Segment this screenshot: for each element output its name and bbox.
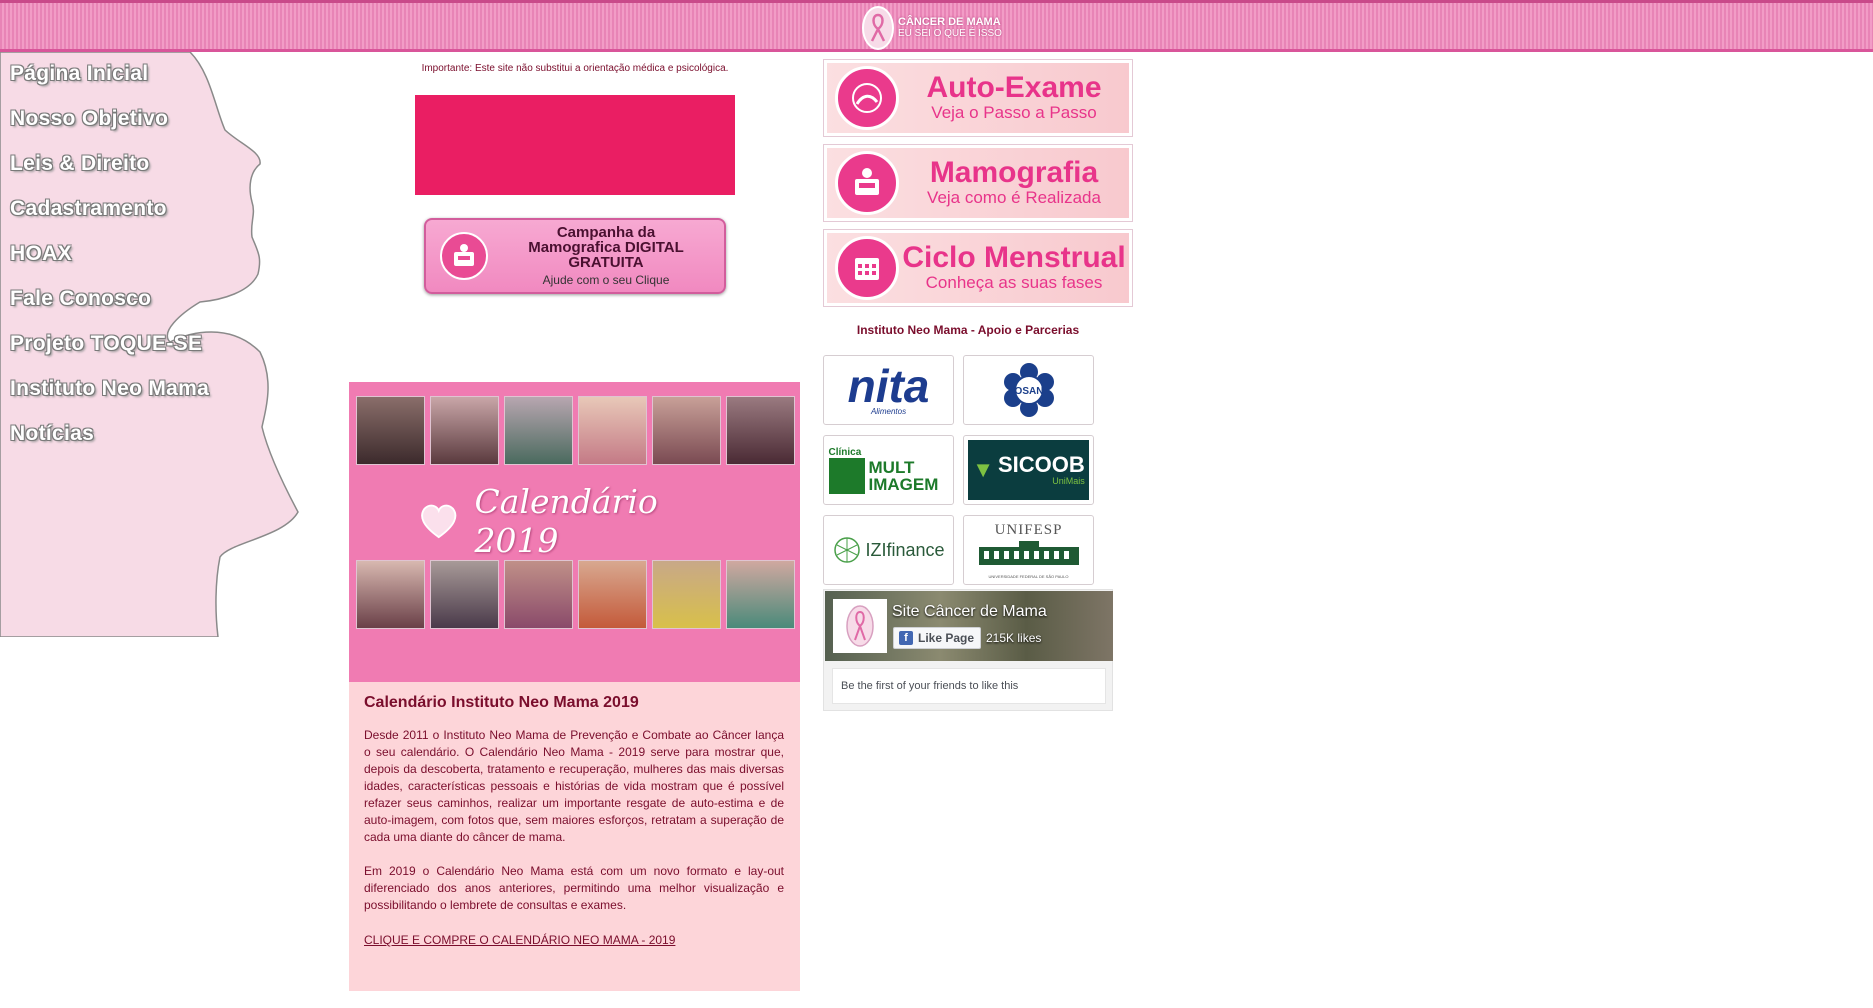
ad-placeholder-box [415,95,735,195]
hand-breast-icon [835,66,899,130]
campaign-line1: Campanha da [556,223,656,241]
nav-item-hoax[interactable]: HOAX [10,242,72,266]
nita-logo-text: nita [847,359,930,412]
ribbon-logo-icon [862,6,894,50]
nav-menu: Página Inicial Nosso Objetivo Leis & Dir… [10,62,209,467]
campaign-line3: GRATUITA [568,253,644,271]
portrait-photo [504,396,573,465]
portrait-photo [652,560,721,629]
multimagem-text-2: IMAGEM [868,474,939,494]
multimagem-mark-icon [828,457,865,494]
calendar-2019-image[interactable]: Calendário 2019 [349,382,800,682]
portrait-photo [430,560,499,629]
campaign-line4: Ajude com o seu Clique [542,272,670,287]
unifesp-building-icon [978,540,1079,565]
ciclo-menstrual-banner[interactable]: Ciclo Menstrual Conheça as suas fases [823,229,1133,307]
facebook-f-icon: f [899,631,913,645]
izi-network-icon [834,537,861,563]
partners-heading: Instituto Neo Mama - Apoio e Parcerias [856,323,1080,337]
nav-item-cadastramento[interactable]: Cadastramento [10,197,167,221]
banner-subtitle: Veja como é Realizada [927,188,1101,207]
top-header-bar: CÂNCER DE MAMA EU SEI O QUE É ISSO [0,0,1873,52]
article-paragraph: Em 2019 o Calendário Neo Mama está com u… [364,864,784,912]
unifesp-logo-sub: UNIVERSIDADE FEDERAL DE SÃO PAULO [988,573,1069,579]
osan-logo-text: OSAN [1014,386,1043,397]
portrait-photo [356,560,425,629]
portrait-photo [726,560,795,629]
portrait-photo [726,396,795,465]
facebook-likes-count: 215K likes [986,631,1042,645]
partner-logo-izifinance[interactable]: IZIfinance [823,515,954,585]
banner-title: Auto-Exame [926,71,1102,104]
multimagem-top-text: Clínica [828,446,862,458]
facebook-friends-text: Be the first of your friends to like thi… [832,668,1106,704]
nav-item-instituto-neo-mama[interactable]: Instituto Neo Mama [10,377,209,401]
medical-disclaimer: Importante: Este site não substitui a or… [421,63,729,74]
portrait-photo [652,396,721,465]
facebook-like-page-button[interactable]: f Like Page [893,627,981,649]
buy-calendar-link[interactable]: CLIQUE E COMPRE O CALENDÁRIO NEO MAMA - … [364,933,675,947]
partner-logo-sicoob[interactable]: ▼ SICOOB UniMais [963,435,1094,505]
facebook-page-widget: Site Câncer de Mama f Like Page 215K lik… [823,589,1113,711]
calendar-title-text: Calendário 2019 [474,482,658,560]
partner-logo-nita[interactable]: nita Alimentos [823,355,954,425]
izi-logo-text: IZIfinance [865,539,945,560]
sicoob-logo-sub: UniMais [1052,476,1085,486]
portrait-photo [504,560,573,629]
calendar-icon [835,236,899,300]
portrait-row-bottom [356,560,795,629]
nav-item-fale-conosco[interactable]: Fale Conosco [10,287,151,311]
partner-logo-multimagem[interactable]: Clínica MULT IMAGEM [823,435,954,505]
nav-item-projeto-toque-se[interactable]: Projeto TOQUE-SE [10,332,202,356]
article-paragraph: Desde 2011 o Instituto Neo Mama de Preve… [364,728,784,844]
unifesp-logo-text: UNIFESP [994,521,1063,538]
logo-line1: CÂNCER DE MAMA [898,16,1001,28]
banner-subtitle: Veja o Passo a Passo [931,103,1097,122]
nav-item-pagina-inicial[interactable]: Página Inicial [10,62,148,86]
osan-flower-icon: OSAN [1003,363,1054,417]
sicoob-mark-icon: ▼ [972,457,994,482]
facebook-page-avatar[interactable] [833,599,887,653]
like-page-label: Like Page [918,631,975,645]
facebook-cover-image[interactable]: Site Câncer de Mama f Like Page 215K lik… [825,591,1113,661]
logo-line2: EU SEI O QUE É ISSO [898,28,1002,39]
digital-mammography-campaign-button[interactable]: Campanha da Mamografica DIGITAL GRATUITA… [424,218,726,294]
portrait-photo [578,560,647,629]
calendar-title-banner: Calendário 2019 [417,482,737,560]
article-heading: Calendário Instituto Neo Mama 2019 [364,694,639,711]
nav-item-noticias[interactable]: Notícias [10,422,94,446]
portrait-photo [356,396,425,465]
partner-logo-osan[interactable]: OSAN [963,355,1094,425]
auto-exame-banner[interactable]: Auto-Exame Veja o Passo a Passo [823,59,1133,137]
portrait-photo [578,396,647,465]
side-navigation: Página Inicial Nosso Objetivo Leis & Dir… [0,52,300,637]
mamografia-banner[interactable]: Mamografia Veja como é Realizada [823,144,1133,222]
banner-title: Mamografia [929,156,1099,189]
mammography-icon [835,151,899,215]
portrait-row-top [356,396,795,465]
sicoob-logo-text: SICOOB [997,452,1085,477]
portrait-photo [430,396,499,465]
campaign-line2: Mamografica DIGITAL [528,238,684,256]
nav-item-leis-direito[interactable]: Leis & Direito [10,152,150,176]
mammography-machine-icon [440,232,488,280]
multimagem-text-1: MULT [868,457,915,477]
partner-logo-unifesp[interactable]: UNIFESP UNIVERSIDADE FEDERAL DE SÃO PAUL… [963,515,1094,585]
heart-icon [421,504,457,539]
calendar-article: Calendário 2019 Calendário Instituto Neo… [349,382,800,991]
banner-title: Ciclo Menstrual [902,241,1126,274]
nav-item-nosso-objetivo[interactable]: Nosso Objetivo [10,107,168,131]
facebook-page-name[interactable]: Site Câncer de Mama [892,603,1047,621]
banner-subtitle: Conheça as suas fases [925,273,1103,292]
site-logo[interactable]: CÂNCER DE MAMA EU SEI O QUE É ISSO [862,5,1012,51]
